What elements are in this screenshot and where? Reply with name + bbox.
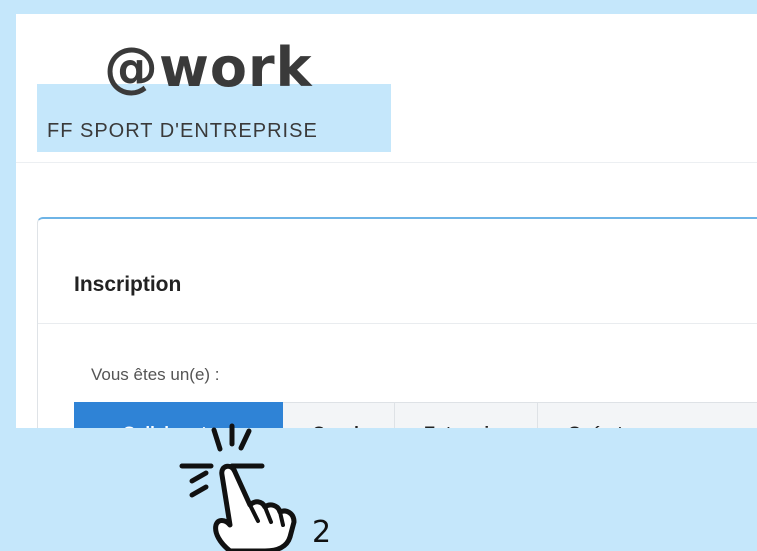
tab-operateur-sportif[interactable]: Opérateur spo — [538, 402, 757, 428]
inscription-card: Inscription Vous êtes un(e) : Collaborat… — [37, 217, 757, 428]
logo-subtitle: FF SPORT D'ENTREPRISE — [47, 120, 318, 142]
role-question-label: Vous êtes un(e) : — [91, 365, 220, 384]
step-number: 2 — [312, 515, 332, 550]
tab-entreprise[interactable]: Entreprise — [395, 402, 538, 428]
app-screen: @work FF SPORT D'ENTREPRISE Inscription … — [16, 14, 757, 428]
logo-mark[interactable]: @work — [104, 41, 313, 95]
site-header: @work FF SPORT D'ENTREPRISE — [16, 14, 757, 163]
card-title: Inscription — [74, 273, 182, 296]
pointing-hand-click-icon — [179, 423, 297, 551]
card-divider — [38, 323, 757, 324]
